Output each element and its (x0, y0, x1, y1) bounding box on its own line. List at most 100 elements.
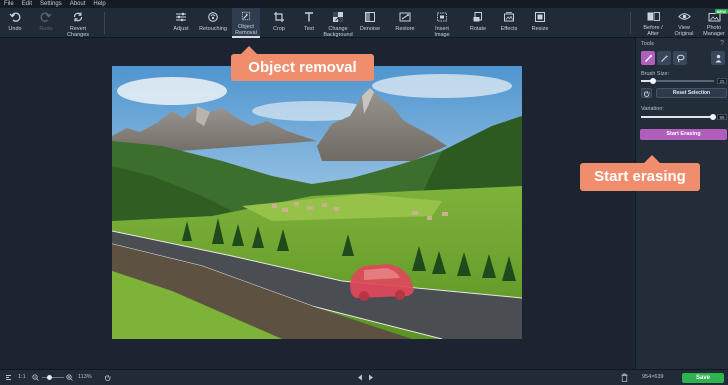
ratio-button[interactable]: 1:1 (18, 374, 26, 380)
hand-icon (644, 90, 650, 97)
variation-knob[interactable] (710, 114, 717, 120)
sliders-icon (176, 12, 186, 22)
help-icon[interactable]: ? (720, 40, 724, 47)
next-image-icon[interactable] (368, 374, 374, 381)
revert-changes-button[interactable]: Revert Changes (63, 8, 93, 38)
person-icon (715, 54, 721, 62)
start-erasing-button[interactable]: Start Erasing (640, 129, 727, 140)
previous-image-icon[interactable] (357, 374, 363, 381)
status-bar: 1:1 113% 954×639 Save (0, 369, 728, 385)
photo-canvas[interactable] (112, 66, 522, 339)
new-badge: NEW (714, 9, 728, 14)
main-toolbar: Undo Redo Revert Changes Adjust Retouchi… (0, 8, 728, 38)
redo-button[interactable]: Redo (35, 8, 57, 38)
menu-file[interactable]: File (0, 0, 18, 8)
view-original-button[interactable]: View Original (671, 8, 697, 38)
redo-icon (40, 12, 52, 22)
zoom-level: 113% (78, 374, 92, 380)
panel-title: Tools (641, 41, 654, 47)
revert-icon (73, 12, 83, 22)
variation-fill (641, 116, 714, 118)
eraser-tool-button[interactable] (657, 51, 671, 65)
denoise-icon (365, 12, 375, 22)
variation-value[interactable]: 99 (717, 114, 727, 120)
change-background-icon (333, 12, 343, 22)
eye-icon (677, 13, 691, 20)
zoom-slider[interactable] (42, 375, 64, 380)
adjust-label: Adjust (173, 26, 189, 32)
zoom-slider-knob[interactable] (47, 375, 53, 380)
canvas-workspace (0, 38, 635, 369)
save-button[interactable]: Save (682, 373, 724, 383)
undo-button[interactable]: Undo (4, 8, 26, 38)
undo-icon (9, 12, 21, 22)
tab-insert-image[interactable]: Insert Image (429, 8, 455, 38)
before-after-button[interactable]: Before / After (640, 8, 666, 38)
brush-size-slider[interactable] (641, 78, 714, 84)
photo-manager-button[interactable]: NEW Photo Manager (700, 8, 728, 38)
lasso-tool-button[interactable] (673, 51, 687, 65)
brush-size-value[interactable]: 25 (717, 78, 727, 84)
zoom-out-icon[interactable] (32, 374, 39, 381)
menu-help[interactable]: Help (89, 0, 109, 8)
brush-size-label: Brush Size: (641, 71, 670, 77)
collapse-icon[interactable] (5, 374, 12, 381)
resize-label: Resize (531, 26, 549, 32)
denoise-label: Denoise (359, 26, 381, 32)
trash-icon[interactable] (621, 373, 628, 382)
tab-object-removal[interactable]: Object Removal (232, 8, 260, 38)
landscape-photo (112, 66, 522, 339)
magic-wand-icon (660, 54, 668, 62)
menu-about[interactable]: About (66, 0, 90, 8)
brush-icon (644, 54, 652, 62)
menu-bar: File Edit Settings About Help (0, 0, 728, 8)
effects-label: Effects (500, 26, 518, 32)
retouching-label: Retouching (199, 26, 227, 32)
image-dimensions: 954×639 (642, 374, 664, 380)
variation-slider[interactable] (641, 114, 717, 120)
tab-denoise[interactable]: Denoise (357, 8, 383, 38)
rotate-label: Rotate (469, 26, 487, 32)
tab-resize[interactable]: Resize (527, 8, 553, 38)
lasso-icon (676, 54, 685, 62)
variation-label: Variation: (641, 106, 664, 112)
effects-icon (504, 12, 514, 22)
hand-pan-icon[interactable] (104, 374, 111, 381)
tab-crop[interactable]: Crop (268, 8, 290, 38)
tools-panel: Tools ? Brush Size: 25 Reset Selection V… (635, 38, 728, 369)
object-removal-label-2: Removal (235, 30, 257, 36)
reset-selection-button[interactable]: Reset Selection (656, 88, 727, 98)
tab-rotate[interactable]: Rotate (465, 8, 491, 38)
insert-image-icon (437, 12, 447, 22)
tab-adjust[interactable]: Adjust (168, 8, 194, 38)
resize-icon (535, 12, 545, 22)
zoom-in-icon[interactable] (66, 374, 73, 381)
brush-size-knob[interactable] (649, 78, 656, 84)
retouch-icon (208, 12, 218, 22)
redo-label: Redo (39, 26, 53, 32)
undo-label: Undo (8, 26, 22, 32)
tab-change-background[interactable]: Change Background (321, 8, 355, 38)
object-detect-button[interactable] (711, 51, 725, 65)
restore-icon (399, 12, 411, 22)
photo-manager-label-2: Manager (703, 31, 725, 37)
brush-tool-button[interactable] (641, 51, 655, 65)
crop-label: Crop (273, 26, 285, 32)
text-icon (305, 12, 313, 22)
hand-tool-button[interactable] (641, 88, 652, 98)
menu-edit[interactable]: Edit (18, 0, 36, 8)
tab-restore[interactable]: Restore (392, 8, 418, 38)
before-after-label-2: After (647, 31, 659, 37)
toolbar-divider (104, 12, 105, 34)
app-window: File Edit Settings About Help Undo Redo … (0, 0, 728, 385)
tab-text[interactable]: Text (298, 8, 320, 38)
object-removal-icon (241, 11, 251, 21)
tab-effects[interactable]: Effects (496, 8, 522, 38)
text-label: Text (303, 26, 315, 32)
rotate-icon (473, 12, 482, 22)
restore-label: Restore (395, 26, 415, 32)
menu-settings[interactable]: Settings (36, 0, 66, 8)
crop-icon (274, 12, 284, 22)
tab-retouching[interactable]: Retouching (198, 8, 228, 38)
start-erasing-callout: Start erasing (580, 155, 700, 191)
